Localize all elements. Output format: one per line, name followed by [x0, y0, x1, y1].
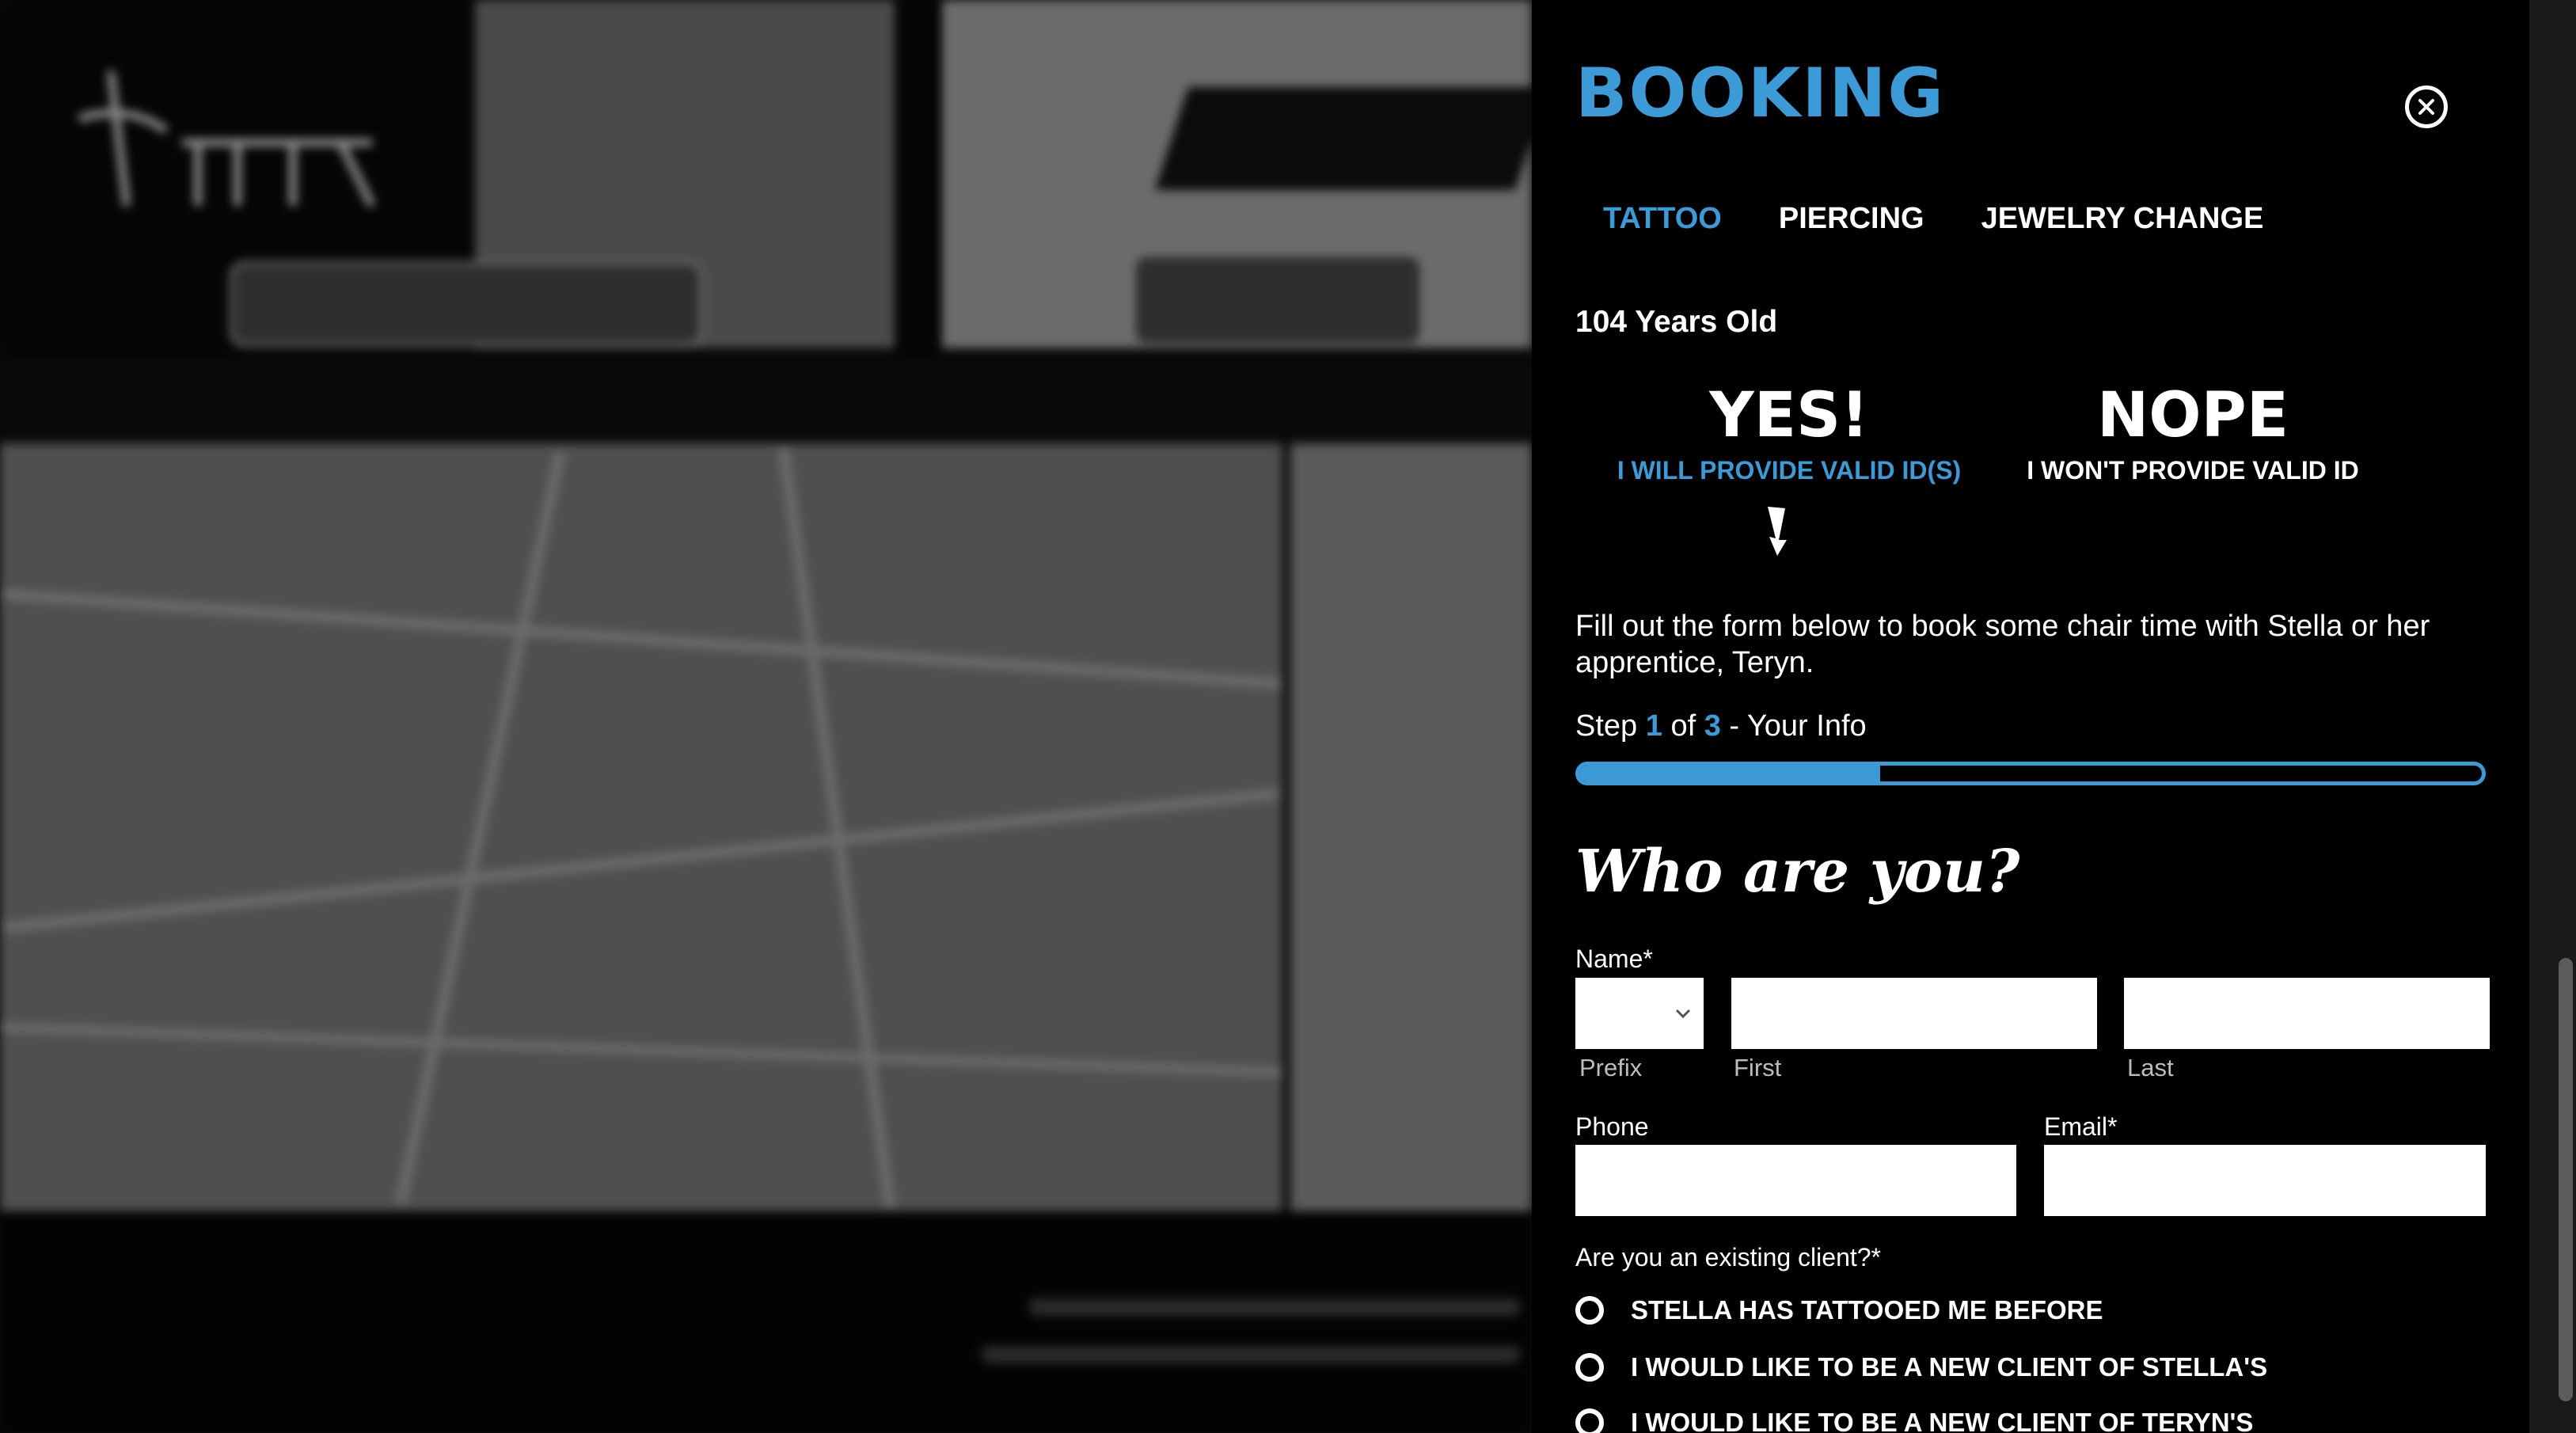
radio-button[interactable] — [1575, 1296, 1604, 1325]
email-input[interactable] — [2044, 1145, 2486, 1216]
valid-id-no-option[interactable]: NOPE I WON'T PROVIDE VALID ID — [2011, 380, 2375, 485]
valid-id-yes-option[interactable]: YES! I WILL PROVIDE VALID ID(S) — [1603, 380, 1975, 485]
step-suffix: - Your Info — [1729, 709, 1867, 743]
no-heading: NOPE — [2096, 380, 2289, 451]
background-blur-layer — [0, 0, 1532, 1433]
email-label: Email* — [2044, 1112, 2118, 1141]
booking-intro-text: Fill out the form below to book some cha… — [1575, 610, 2430, 679]
first-name-input[interactable] — [1731, 978, 2097, 1049]
tab-tattoo[interactable]: TATTOO — [1603, 202, 1722, 236]
form-heading: Who are you? — [1575, 838, 2020, 906]
bg-map-road — [0, 1022, 1282, 1078]
name-prefix-select[interactable] — [1575, 978, 1704, 1049]
scrollbar-thumb[interactable] — [2559, 958, 2573, 1401]
bg-map-road — [395, 450, 566, 1204]
prefix-sublabel: Prefix — [1579, 1054, 1643, 1081]
age-label: 104 Years Old — [1575, 305, 1778, 339]
radio-label: STELLA HAS TATTOOED ME BEFORE — [1631, 1295, 2103, 1325]
step-prefix: Step — [1575, 709, 1638, 743]
background-page — [0, 0, 1532, 1433]
scrollbar[interactable] — [2529, 0, 2576, 1433]
bg-button — [1132, 253, 1423, 347]
existing-client-question: Are you an existing client?* — [1575, 1243, 1881, 1271]
bg-map-road — [2, 788, 1280, 933]
arrow-down-icon — [1768, 507, 1787, 556]
booking-tabs: TATTOO PIERCING JEWELRY CHANGE — [1603, 202, 2263, 236]
phone-label: Phone — [1575, 1112, 1649, 1141]
radio-label: I WOULD LIKE TO BE A NEW CLIENT OF TERYN… — [1631, 1408, 2254, 1433]
bg-footer-text — [982, 1346, 1520, 1363]
step-indicator: Step 1 of 3 - Your Info — [1575, 709, 1867, 743]
yes-heading: YES! — [1709, 380, 1869, 451]
close-icon — [2418, 99, 2434, 115]
bg-map-road — [1, 588, 1282, 690]
close-button[interactable] — [2405, 86, 2448, 128]
step-total: 3 — [1704, 709, 1721, 743]
bg-card-two-banner — [1154, 87, 1532, 190]
bg-map — [0, 443, 1282, 1211]
bg-footer — [0, 1211, 1532, 1433]
bg-logo — [78, 70, 376, 208]
bg-button — [230, 261, 703, 347]
phone-input[interactable] — [1575, 1145, 2016, 1216]
new-client-stella-option[interactable]: I WOULD LIKE TO BE A NEW CLIENT OF STELL… — [1575, 1352, 2267, 1382]
radio-button[interactable] — [1575, 1408, 1604, 1433]
radio-button[interactable] — [1575, 1353, 1604, 1382]
yes-subtext: I WILL PROVIDE VALID ID(S) — [1617, 456, 1962, 485]
radio-label: I WOULD LIKE TO BE A NEW CLIENT OF STELL… — [1631, 1352, 2268, 1382]
new-client-teryn-option[interactable]: I WOULD LIKE TO BE A NEW CLIENT OF TERYN… — [1575, 1408, 2253, 1433]
first-sublabel: First — [1734, 1054, 1782, 1081]
step-progress-fill — [1579, 766, 1880, 781]
step-of: of — [1670, 709, 1696, 743]
step-progress-bar — [1575, 762, 2486, 785]
no-subtext: I WON'T PROVIDE VALID ID — [2027, 456, 2359, 485]
booking-panel: BOOKING TATTOO PIERCING JEWELRY CHANGE 1… — [1532, 0, 2529, 1433]
last-sublabel: Last — [2127, 1054, 2174, 1081]
name-label: Name* — [1575, 945, 1653, 973]
existing-client-option[interactable]: STELLA HAS TATTOOED ME BEFORE — [1575, 1295, 2103, 1325]
chevron-down-icon — [1675, 1009, 1691, 1019]
tab-jewelry-change[interactable]: JEWELRY CHANGE — [1981, 202, 2264, 236]
step-current: 1 — [1645, 709, 1662, 743]
bg-footer-text — [1029, 1298, 1520, 1316]
bg-map-sidebar — [1290, 443, 1532, 1211]
booking-title: BOOKING — [1575, 54, 1945, 133]
tab-piercing[interactable]: PIERCING — [1779, 202, 1924, 236]
last-name-input[interactable] — [2124, 978, 2490, 1049]
bg-map-road — [777, 446, 896, 1209]
